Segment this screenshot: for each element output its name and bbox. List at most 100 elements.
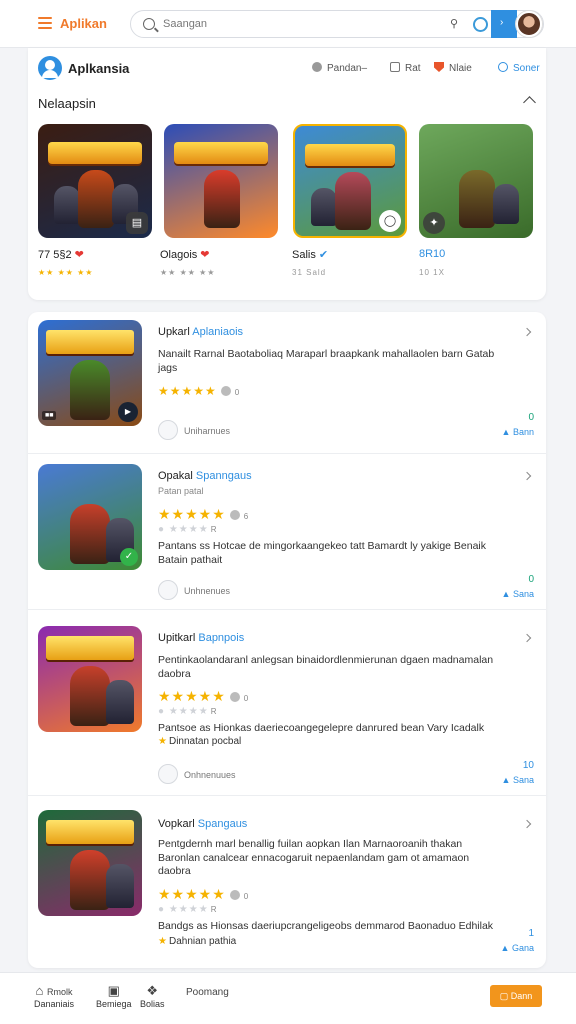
person-icon[interactable]: ⚲ [447, 17, 461, 31]
rating-badge-icon [229, 510, 240, 520]
verified-icon: ✔ [318, 249, 329, 261]
game-thumbnail[interactable] [38, 810, 142, 916]
dot-icon [312, 62, 322, 72]
star-rating: ★★★★★ 0 [158, 886, 249, 902]
secondary-rating: ● ★★★★ R [158, 706, 217, 717]
header-link-4[interactable]: Soner [498, 62, 540, 74]
game-art-figure [459, 170, 495, 228]
play-icon[interactable]: ▶ [118, 402, 138, 422]
share-icon[interactable]: ✦ [423, 212, 445, 234]
item-description-2: Pantsoe as Hionkas daeriecoangegelepre d… [158, 722, 485, 734]
nav-center-label[interactable]: Poomang [186, 987, 229, 998]
heart-icon[interactable]: ❤ [75, 249, 84, 261]
game-art-title [46, 330, 134, 354]
list-item[interactable]: ■■ ▶ Upkarl Aplaniaois Nanailt Rarnal Ba… [28, 312, 546, 454]
nav-item-home[interactable]: ⌂ Rmolk Dananiais [34, 983, 74, 1009]
featured-label-4: 8R10 [419, 248, 446, 260]
developer-icon [158, 420, 178, 440]
star-icon: ★ [158, 936, 167, 947]
item-subtitle: Patan patal [158, 486, 204, 496]
download-icon: ▲ [500, 943, 512, 953]
chevron-up-icon[interactable] [523, 96, 536, 109]
arrow-icon: › [500, 17, 504, 28]
search-button[interactable]: › [491, 10, 517, 38]
bag-icon: ▢ [499, 991, 511, 1001]
header-link-3[interactable]: Nlaie [434, 62, 472, 74]
chevron-right-icon[interactable] [522, 819, 532, 829]
header-link-1[interactable]: Pandan– [312, 62, 367, 74]
item-meta[interactable]: 0 ▲ Sana [502, 574, 534, 599]
game-art-figure [54, 186, 80, 224]
item-description: Nanailt Rarnal Baotaboliaq Maraparl braa… [158, 348, 495, 374]
item-meta[interactable]: 10 ▲ Sana [502, 760, 534, 785]
star-rating: ★★★★★ 0 [158, 384, 240, 398]
search-input[interactable]: Saangan [163, 18, 207, 30]
list-item[interactable]: Upitkarl Bapnpois Pentinkaolandaranl anl… [28, 610, 546, 796]
search-bar[interactable]: Saangan ⚲ › [130, 10, 544, 38]
bottom-bar: ⌂ Rmolk Dananiais ▣ Bemiega ❖ Bolias Poo… [0, 972, 576, 1024]
game-art-figure [493, 184, 519, 224]
nav-item-games[interactable]: ❖ Bolias [140, 983, 165, 1009]
list-item[interactable]: ✓ Opakal Spanngaus Patan patal ★★★★★ 6 ● … [28, 454, 546, 610]
menu-icon[interactable] [38, 17, 52, 29]
featured-sub-1: ★★ ★★ ★★ [38, 268, 94, 277]
download-icon: ▲ [501, 427, 513, 437]
featured-card: Aplkansia Pandan– Rat Nlaie Soner Nelaap… [28, 48, 546, 300]
check-icon: ✓ [120, 548, 138, 566]
home-icon: ⌂ Rmolk [35, 983, 73, 998]
shield-icon [434, 62, 444, 72]
chevron-right-icon[interactable] [522, 327, 532, 337]
game-list: ■■ ▶ Upkarl Aplaniaois Nanailt Rarnal Ba… [28, 312, 546, 968]
developer-row[interactable]: Onhnenuues [158, 764, 236, 784]
search-icon [143, 18, 155, 30]
brand-logo-icon [38, 56, 62, 80]
gamepad-icon: ❖ [146, 983, 159, 998]
featured-sub-2: ★★ ★★ ★★ [160, 268, 216, 277]
top-bar: Aplikan Saangan ⚲ › [0, 0, 576, 48]
item-description: Pantans ss Hotcae de mingorkaangekeo tat… [158, 540, 487, 566]
circle-icon [498, 62, 508, 72]
gallery-icon[interactable]: ▤ [126, 212, 148, 234]
developer-icon [158, 764, 178, 784]
game-art-title [174, 142, 268, 164]
star-icon: ★ [158, 736, 167, 747]
developer-row[interactable]: Unhnenues [158, 580, 230, 600]
featured-game-1[interactable]: ▤ [38, 124, 152, 238]
featured-label-1: 77 5§2 ❤ [38, 249, 84, 261]
featured-label-3: Salis ✔ [292, 249, 329, 261]
secondary-rating: ● ★★★★ R [158, 904, 217, 915]
game-thumbnail[interactable] [38, 626, 142, 732]
featured-game-2[interactable] [164, 124, 278, 238]
featured-game-4[interactable]: ✦ [419, 124, 533, 238]
download-icon: ▲ [501, 589, 513, 599]
item-meta[interactable]: 0 ▲ Bann [502, 412, 534, 437]
compass-icon[interactable]: ◯ [379, 210, 401, 232]
refresh-icon[interactable] [473, 17, 488, 32]
chevron-right-icon[interactable] [522, 471, 532, 481]
rating-badge-icon [220, 386, 231, 396]
game-art-figure [78, 170, 114, 228]
featured-sub-4: 10 1X [419, 268, 445, 277]
game-art-figure [204, 170, 240, 228]
heart-icon[interactable]: ❤ [200, 249, 209, 261]
chevron-right-icon[interactable] [522, 633, 532, 643]
list-item[interactable]: Vopkarl Spangaus Pentgdernh marl benalli… [28, 796, 546, 968]
primary-button[interactable]: ▢ Dann [490, 985, 542, 1007]
featured-game-3[interactable]: ◯ [293, 124, 407, 238]
app-name: Aplikan [60, 16, 107, 31]
game-art-figure [70, 850, 110, 910]
game-thumbnail[interactable]: ■■ ▶ [38, 320, 142, 426]
item-note: ★ Dahnian pathia [158, 936, 237, 947]
item-meta[interactable]: 1 ▲ Gana [501, 928, 534, 953]
section-title: Nelaapsin [38, 96, 96, 111]
game-thumbnail[interactable]: ✓ [38, 464, 142, 570]
developer-icon [158, 580, 178, 600]
developer-row[interactable]: Uniharnues [158, 420, 230, 440]
game-art-figure [311, 188, 337, 226]
nav-item-tv[interactable]: ▣ Bemiega [96, 983, 132, 1009]
tv-icon: ▣ [107, 983, 120, 998]
header-link-2[interactable]: Rat [390, 62, 421, 74]
download-icon: ▲ [501, 775, 513, 785]
star-rating: ★★★★★ 6 [158, 506, 249, 522]
avatar[interactable] [516, 11, 542, 37]
